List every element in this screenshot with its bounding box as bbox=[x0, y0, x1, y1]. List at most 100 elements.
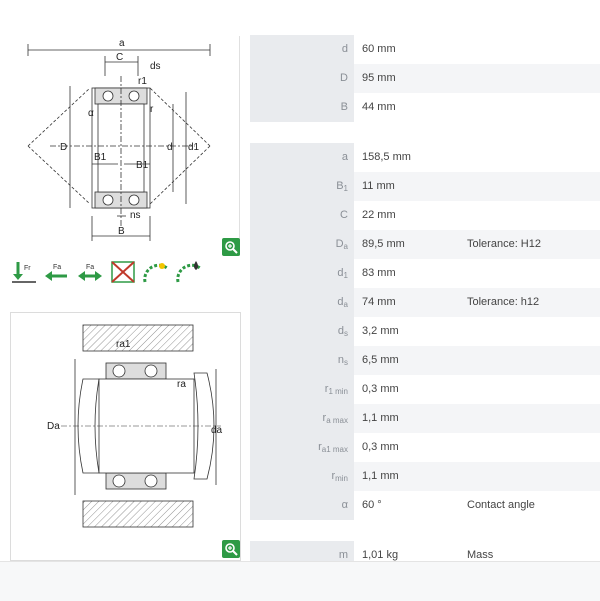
row-label: Da bbox=[250, 230, 354, 259]
label-ns: ns bbox=[130, 210, 141, 221]
zoom-top-button[interactable] bbox=[222, 238, 240, 256]
row-value: 1,1 mm bbox=[362, 412, 399, 424]
table-row: B1 11 mm bbox=[250, 172, 600, 201]
row-label-symbol: C bbox=[340, 209, 348, 221]
label-alpha: α bbox=[88, 108, 94, 119]
feature-icons-row: Fr Fa Fa bbox=[10, 258, 205, 288]
row-value: 22 mm bbox=[362, 209, 396, 221]
row-value: 1,1 mm bbox=[362, 470, 399, 482]
label-B: B bbox=[118, 226, 125, 237]
table-row: a 158,5 mm bbox=[250, 143, 600, 172]
row-label: d1 bbox=[250, 259, 354, 288]
label-b1-left: B1 bbox=[94, 152, 107, 163]
zoom-bottom-button[interactable] bbox=[222, 540, 240, 558]
row-value: 6,5 mm bbox=[362, 354, 399, 366]
table-row: ns 6,5 mm bbox=[250, 346, 600, 375]
table-row: ra max 1,1 mm bbox=[250, 404, 600, 433]
label-r1: r1 bbox=[138, 76, 147, 87]
row-label: C bbox=[250, 201, 354, 230]
row-label: B1 bbox=[250, 172, 354, 201]
row-value: 44 mm bbox=[362, 101, 396, 113]
row-label-symbol: D bbox=[340, 72, 348, 84]
label-ra: ra bbox=[177, 379, 186, 390]
row-label-symbol: D bbox=[335, 238, 344, 250]
magnifier-icon bbox=[225, 543, 238, 556]
mounting-drawing-svg: ra1 ra Da da bbox=[47, 324, 223, 528]
row-label-subscript: min bbox=[335, 474, 348, 483]
row-value: 11 mm bbox=[362, 180, 395, 192]
axial-load-icon: Fr bbox=[10, 258, 38, 286]
row-value: 74 mm bbox=[362, 296, 396, 308]
label-D: D bbox=[60, 142, 67, 153]
table-row: B 44 mm bbox=[250, 93, 600, 122]
not-suitable-icon bbox=[109, 258, 137, 286]
row-label-subscript: s bbox=[344, 329, 348, 338]
table-row: Da 89,5 mm Tolerance: H12 bbox=[250, 230, 600, 259]
row-label-symbol: B bbox=[336, 180, 344, 192]
row-label: D bbox=[250, 64, 354, 93]
table-row: d 60 mm bbox=[250, 35, 600, 64]
svg-text:Fa: Fa bbox=[53, 264, 61, 271]
table-row: rmin 1,1 mm bbox=[250, 462, 600, 491]
row-note: Tolerance: h12 bbox=[467, 296, 540, 308]
table-row: ds 3,2 mm bbox=[250, 317, 600, 346]
row-label-symbol: d bbox=[341, 43, 348, 55]
label-a: a bbox=[119, 38, 125, 49]
bearing-drawing-svg: a C ds r1 α r D d d1 B1 B1 ns B bbox=[27, 38, 211, 241]
label-Da: Da bbox=[47, 421, 60, 432]
label-d1: d1 bbox=[188, 142, 200, 153]
label-c: C bbox=[116, 52, 123, 63]
row-label: rmin bbox=[250, 462, 354, 491]
row-label-symbol: m bbox=[338, 549, 348, 561]
row-value: 60 mm bbox=[362, 43, 396, 55]
group-separator bbox=[250, 520, 600, 536]
row-label-subscript: 1 min bbox=[328, 387, 348, 396]
row-value: 3,2 mm bbox=[362, 325, 399, 337]
page-footer-band bbox=[0, 561, 600, 601]
row-label: ns bbox=[250, 346, 354, 375]
table-row: d1 83 mm bbox=[250, 259, 600, 288]
group-separator bbox=[250, 122, 600, 138]
label-d: d bbox=[167, 142, 173, 153]
label-ra1: ra1 bbox=[116, 339, 131, 350]
row-note: Contact angle bbox=[467, 499, 535, 511]
bearing-dimension-drawing: a C ds r1 α r D d d1 B1 B1 ns B bbox=[10, 36, 240, 256]
svg-text:Fr: Fr bbox=[24, 265, 31, 272]
row-note: Tolerance: H12 bbox=[467, 238, 541, 250]
table-row: D 95 mm bbox=[250, 64, 600, 93]
row-label-subscript: s bbox=[344, 358, 348, 367]
row-label-subscript: a max bbox=[326, 416, 348, 425]
row-label-subscript: a1 max bbox=[321, 445, 348, 454]
row-label: B bbox=[250, 93, 354, 122]
table-row: α 60 ° Contact angle bbox=[250, 491, 600, 520]
row-label-subscript: a bbox=[343, 300, 348, 309]
row-label-symbol: B bbox=[340, 101, 348, 113]
row-label: da bbox=[250, 288, 354, 317]
row-label-symbol: α bbox=[341, 499, 348, 511]
svg-text:Fa: Fa bbox=[86, 264, 94, 271]
row-label-subscript: a bbox=[343, 242, 348, 251]
table-row: r1 min 0,3 mm bbox=[250, 375, 600, 404]
lubrication-icon bbox=[175, 258, 203, 286]
row-value: 0,3 mm bbox=[362, 441, 399, 453]
row-value: 0,3 mm bbox=[362, 383, 399, 395]
table-row: da 74 mm Tolerance: h12 bbox=[250, 288, 600, 317]
row-label: r1 min bbox=[250, 375, 354, 404]
row-label: ds bbox=[250, 317, 354, 346]
row-label: d bbox=[250, 35, 354, 64]
label-da: da bbox=[211, 425, 223, 436]
row-label-subscript: 1 bbox=[343, 184, 348, 193]
table-row: ra1 max 0,3 mm bbox=[250, 433, 600, 462]
row-label-subscript: 1 bbox=[343, 271, 348, 280]
row-label: α bbox=[250, 491, 354, 520]
single-direction-icon: Fa bbox=[43, 258, 71, 286]
label-ds: ds bbox=[150, 61, 161, 72]
row-value: 158,5 mm bbox=[362, 151, 411, 163]
row-label: a bbox=[250, 143, 354, 172]
row-value: 60 ° bbox=[362, 499, 382, 511]
double-direction-icon: Fa bbox=[76, 258, 104, 286]
label-r: r bbox=[150, 104, 154, 115]
row-value: 89,5 mm bbox=[362, 238, 405, 250]
mounting-dimension-drawing: ra1 ra Da da bbox=[10, 312, 241, 561]
row-label: ra1 max bbox=[250, 433, 354, 462]
